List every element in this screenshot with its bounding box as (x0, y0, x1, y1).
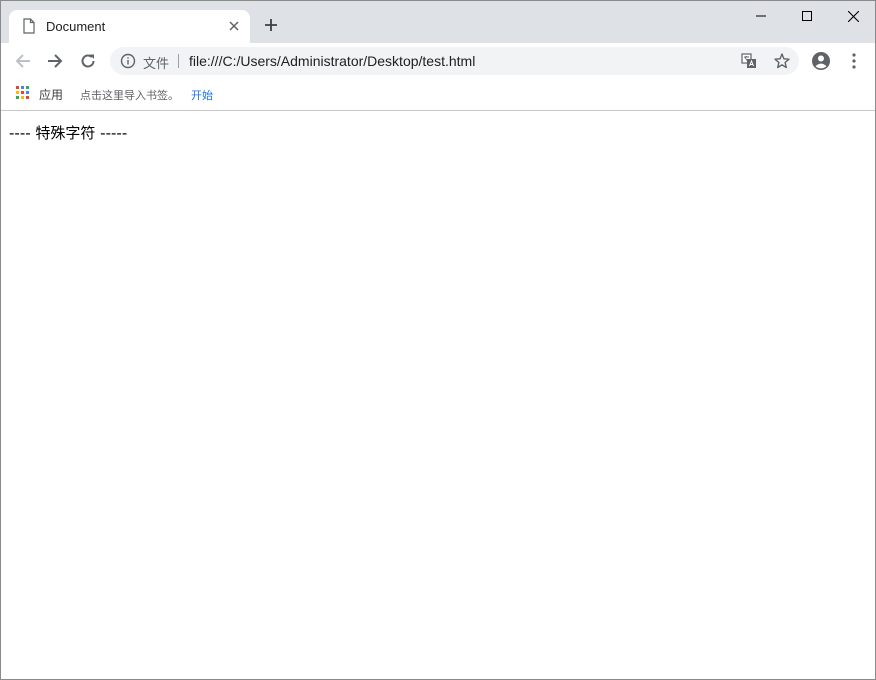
title-bar: Document (1, 1, 875, 43)
omnibox-divider (178, 54, 179, 68)
browser-menu-button[interactable] (846, 51, 862, 71)
back-button[interactable] (11, 49, 35, 73)
forward-button[interactable] (43, 49, 67, 73)
minimize-button[interactable] (738, 1, 784, 31)
reload-icon (81, 54, 95, 68)
star-icon[interactable] (773, 52, 791, 70)
arrow-right-icon (48, 54, 63, 68)
arrow-left-icon (15, 54, 30, 68)
maximize-button[interactable] (784, 1, 830, 31)
page-viewport: ---- 特殊字符 ----- (1, 111, 875, 679)
plus-icon (265, 19, 277, 31)
import-bookmarks-prompt: 点击这里导入书签。 (80, 89, 179, 102)
url-text[interactable]: file:///C:/Users/Administrator/Desktop/t… (189, 53, 475, 69)
profile-button[interactable] (811, 51, 831, 71)
scheme-label: 文件 (143, 57, 170, 72)
minimize-icon (756, 15, 766, 17)
import-bookmarks-link[interactable]: 开始 (191, 87, 213, 103)
page-content-text: ---- 特殊字符 ----- (9, 124, 128, 142)
apps-label[interactable]: 应用 (39, 86, 63, 103)
address-bar[interactable]: 文件 file:///C:/Users/Administrator/Deskto… (110, 47, 799, 75)
maximize-icon (802, 11, 812, 21)
bookmarks-bar: 应用 点击这里导入书签。 开始 (1, 79, 875, 111)
reload-button[interactable] (76, 49, 100, 73)
account-circle-icon (812, 52, 830, 70)
tab-close-icon[interactable] (226, 18, 242, 34)
tab-title: Document (46, 19, 106, 34)
navigation-toolbar: 文件 file:///C:/Users/Administrator/Deskto… (1, 43, 875, 79)
document-icon (23, 18, 35, 34)
browser-window: Document 文件 file:///C:/Users/Administrat… (0, 0, 876, 680)
close-window-button[interactable] (830, 1, 875, 31)
close-icon (847, 10, 859, 22)
translate-icon[interactable] (741, 53, 757, 69)
tab-document[interactable]: Document (9, 10, 250, 43)
apps-grid-icon[interactable] (16, 86, 30, 100)
new-tab-button[interactable] (262, 16, 280, 34)
info-icon[interactable] (120, 53, 136, 69)
kebab-menu-icon (852, 53, 856, 69)
